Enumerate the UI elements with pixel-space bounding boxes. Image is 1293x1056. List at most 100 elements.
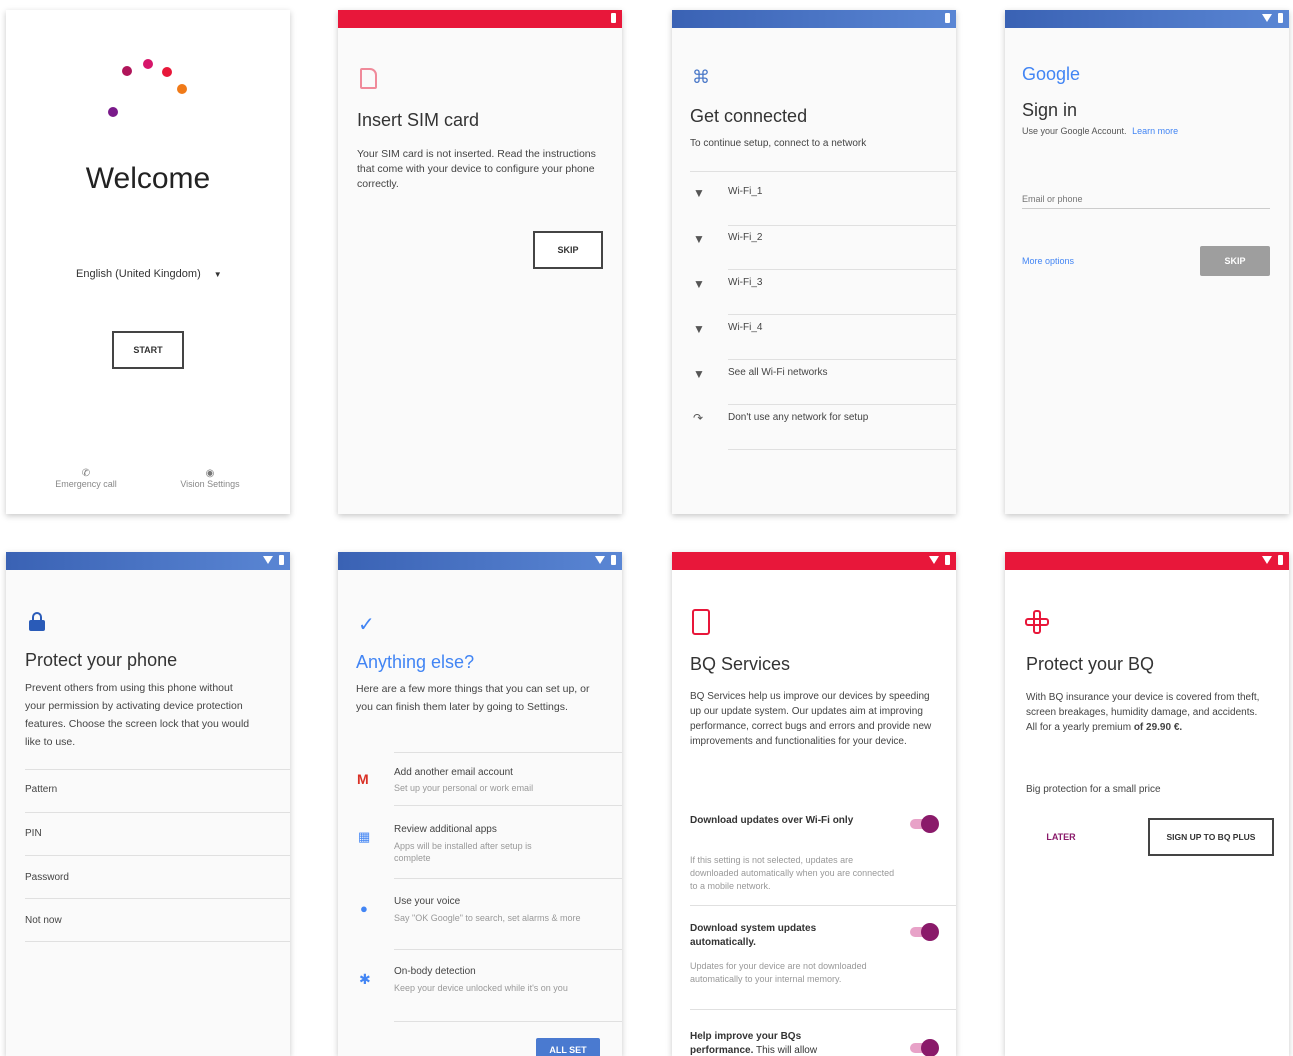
screen-sim: Insert SIM card Your SIM card is not ins… <box>338 10 622 514</box>
network-row-2[interactable]: ▼ Wi-Fi_2 <box>672 228 956 272</box>
auto-update-switch[interactable] <box>910 923 939 941</box>
google-logo: Google <box>1022 64 1081 84</box>
on-body-item[interactable]: ✱ On-body detection Keep your device unl… <box>338 964 622 1028</box>
improve-switch[interactable] <box>910 1039 939 1056</box>
status-bar <box>1005 552 1289 570</box>
item-sub: Keep your device unlocked while it's on … <box>394 983 568 993</box>
see-all-label: See all Wi-Fi networks <box>728 367 828 378</box>
dot-orange <box>177 84 187 94</box>
wifi-status-icon <box>1262 14 1272 22</box>
dropdown-arrow-icon: ▼ <box>213 270 222 279</box>
language-select[interactable]: English (United Kingdom) ▼ <box>76 268 222 280</box>
sign-up-button[interactable]: SIGN UP TO BQ PLUS <box>1148 818 1274 856</box>
phone-icon: ✆ <box>81 468 91 479</box>
network-name: Wi-Fi_1 <box>728 186 763 197</box>
wifi-locked-icon: ▼ <box>693 277 705 291</box>
dot-purple <box>108 107 118 117</box>
screen-bq-services: BQ Services BQ Services help us improve … <box>672 552 956 1056</box>
no-network-row[interactable]: ↷ Don't use any network for setup <box>672 408 956 452</box>
review-apps-item[interactable]: ▦ Review additional apps Apps will be in… <box>338 822 622 886</box>
status-bar <box>672 552 956 570</box>
toggle-desc: Updates for your device are not download… <box>690 961 867 984</box>
google-subtitle: Use your Google Account. <box>1022 126 1127 136</box>
toggle-row-improve[interactable]: Help improve your BQs performance. This … <box>690 1030 940 1056</box>
emergency-call-button[interactable]: ✆ Emergency call <box>46 468 126 489</box>
email-field[interactable] <box>1022 190 1270 209</box>
divider <box>25 898 290 899</box>
wifi-icon: ▼ <box>693 367 705 381</box>
option-password[interactable]: Password <box>6 870 290 910</box>
wifi-icon: ▼ <box>693 232 705 246</box>
divider <box>728 404 956 405</box>
battery-icon <box>611 555 616 565</box>
dot-magenta <box>122 66 132 76</box>
add-email-item[interactable]: M Add another email account Set up your … <box>338 765 622 821</box>
screen-google: Google Sign in Use your Google Account. … <box>1005 10 1289 514</box>
walking-person-icon: ✱ <box>359 971 371 987</box>
screen-protect: Protect your phone Prevent others from u… <box>6 552 290 1056</box>
screen-welcome: Welcome English (United Kingdom) ▼ START… <box>6 10 290 514</box>
google-subtitle-line: Use your Google Account. Learn more <box>1022 126 1178 136</box>
sim-card-icon <box>360 68 377 89</box>
toggle-title: Download system updates automatically. <box>690 923 817 948</box>
learn-more-link[interactable]: Learn more <box>1132 126 1178 136</box>
option-pattern[interactable]: Pattern <box>6 782 290 822</box>
divider <box>25 812 290 813</box>
protect-bq-tagline: Big protection for a small price <box>1026 784 1161 795</box>
protect-bq-price: of 29.90 €. <box>1133 722 1183 733</box>
status-bar <box>338 552 622 570</box>
anything-body: Here are a few more things that you can … <box>356 683 590 713</box>
vision-settings-button[interactable]: ◉ Vision Settings <box>170 468 250 489</box>
skip-button[interactable]: SKIP <box>533 231 603 269</box>
bq-body: BQ Services help us improve our devices … <box>690 691 932 747</box>
more-options-link[interactable]: More options <box>1022 256 1074 266</box>
item-sub: Set up your personal or work email <box>394 783 534 793</box>
later-button[interactable]: LATER <box>1025 820 1097 854</box>
cross-horizontal <box>1025 618 1049 626</box>
option-not-now[interactable]: Not now <box>6 913 290 953</box>
status-bar <box>1005 10 1289 28</box>
all-set-button[interactable]: ALL SET <box>536 1038 600 1056</box>
microphone-icon: ● <box>360 901 368 916</box>
wifi-locked-icon: ▼ <box>693 322 705 336</box>
network-row-4[interactable]: ▼ Wi-Fi_4 <box>672 318 956 362</box>
protect-bq-body-block: With BQ insurance your device is covered… <box>1026 690 1266 735</box>
screen-anything: ✓ Anything else? Here are a few more thi… <box>338 552 622 1056</box>
start-button[interactable]: START <box>112 331 184 369</box>
network-name: Wi-Fi_2 <box>728 232 763 243</box>
check-icon: ✓ <box>358 614 375 636</box>
divider <box>394 752 622 753</box>
welcome-title: Welcome <box>85 162 211 195</box>
anything-title: Anything else? <box>356 652 475 672</box>
medical-cross-icon <box>1025 610 1049 634</box>
skip-button[interactable]: SKIP <box>1200 246 1270 276</box>
divider <box>394 805 622 806</box>
divider <box>728 449 956 450</box>
battery-icon <box>279 555 284 565</box>
network-row-1[interactable]: ▼ Wi-Fi_1 <box>672 182 956 226</box>
toggle-row-auto[interactable]: Download system updates automatically. U… <box>690 922 940 1002</box>
protect-body: Prevent others from using this phone wit… <box>25 682 250 748</box>
see-all-networks-row[interactable]: ▼ See all Wi-Fi networks <box>672 363 956 407</box>
wifi-only-switch[interactable] <box>910 815 939 833</box>
toggle-row-wifi[interactable]: Download updates over Wi-Fi only If this… <box>690 814 940 894</box>
status-bar <box>6 552 290 570</box>
battery-icon <box>945 555 950 565</box>
connect-title: Get connected <box>690 106 808 126</box>
wifi-status-icon <box>1262 556 1272 564</box>
wifi-status-icon <box>595 556 605 564</box>
dot-red <box>162 67 172 77</box>
option-pin[interactable]: PIN <box>6 826 290 866</box>
battery-icon <box>945 13 950 23</box>
skip-arrow-icon: ↷ <box>693 411 704 425</box>
option-label: Password <box>25 872 69 883</box>
emergency-call-label: Emergency call <box>55 479 117 489</box>
battery-icon <box>611 13 616 23</box>
network-row-3[interactable]: ▼ Wi-Fi_3 <box>672 273 956 317</box>
eye-icon: ◉ <box>205 468 215 479</box>
divider <box>690 171 956 172</box>
divider <box>25 855 290 856</box>
lock-body <box>29 620 45 631</box>
wifi-icon: ⌘ <box>692 67 710 87</box>
divider <box>690 905 956 906</box>
